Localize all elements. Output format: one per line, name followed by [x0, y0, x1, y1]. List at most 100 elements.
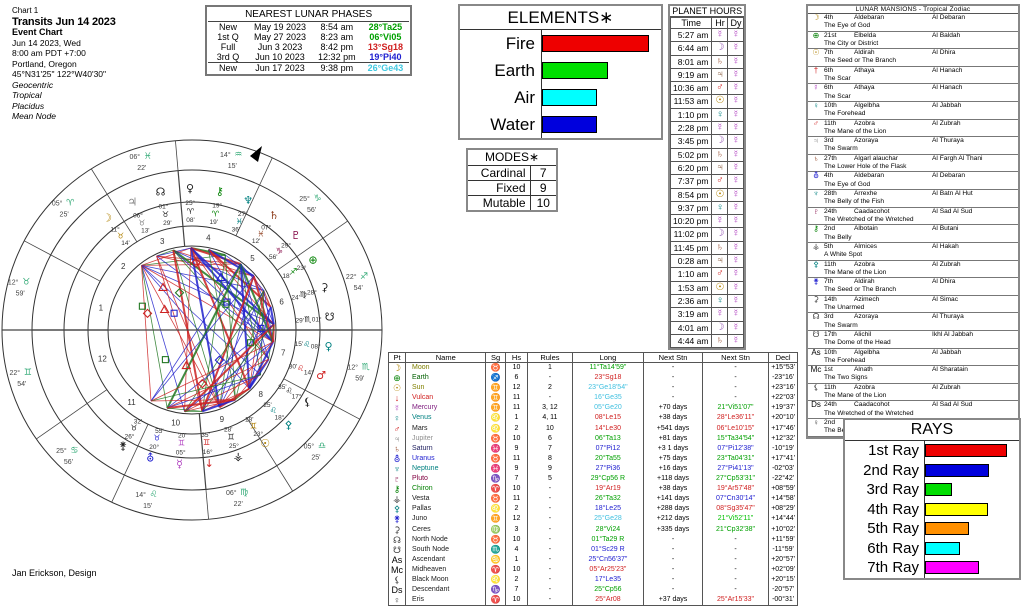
wheel-planet-minute: 28' — [224, 427, 232, 434]
ray-row: 4th Ray — [845, 500, 1019, 520]
chart-date: Jun 14 2023, Wed — [12, 38, 116, 49]
lunar-mansion-row: As10thAlgelbhaAl JabbahThe Forehead — [808, 349, 1018, 367]
declination-value: -10°19' — [769, 444, 798, 454]
planet-day-ruler-icon: ☿ — [728, 334, 744, 347]
declination-value: -23°16' — [769, 373, 798, 383]
lunar-mansion-row: ♀10thAlgelbhaAl JabbahThe Forehead — [808, 102, 1018, 120]
planet-hour-ruler-icon: ♀ — [712, 108, 728, 121]
lunar-mansion-planet-icon: ⚳ — [808, 296, 824, 304]
house-number: 4 — [505, 545, 527, 555]
planet-glyph-icon: ⊕ — [389, 373, 406, 383]
ray-bar — [925, 522, 969, 535]
outer-degree: 12° — [348, 363, 359, 371]
element-bar-track — [542, 57, 661, 84]
lunar-mansion-main: ⛢4thAldebaranAl Debaran — [808, 172, 1018, 180]
wheel-planet-sign-icon: ♉ — [138, 218, 145, 227]
mode-value: 10 — [530, 196, 556, 211]
next-station-days: +16 days — [644, 464, 703, 474]
wheel-planet-minute: 24' — [291, 295, 299, 302]
lunar-mansion-planet-icon: ♇ — [808, 208, 824, 216]
planet-hour-row: 4:01 am☽☿ — [671, 321, 744, 334]
lunar-mansion-number: 4th — [824, 172, 854, 180]
next-station-days: +212 days — [644, 514, 703, 524]
outer-minute: 22' — [137, 165, 146, 172]
ray-row: 3rd Ray — [845, 480, 1019, 500]
rays-panel: RAYS 1st Ray2nd Ray3rd Ray4th Ray5th Ray… — [843, 418, 1021, 580]
wheel-planet-minute: 19' — [209, 219, 217, 226]
outer-minute: 59' — [16, 291, 25, 298]
wheel-planet-sign-icon: ♐ — [290, 267, 297, 276]
wheel-planet-icon: ☋ — [325, 310, 335, 323]
lunar-mansion-number: 2nd — [824, 225, 854, 233]
lunar-phase-date: Jun 17 2023 — [248, 63, 312, 74]
wheel-planet-minute: 20' — [178, 433, 186, 440]
ray-bar — [925, 542, 960, 555]
element-label: Earth — [460, 57, 542, 84]
rules-houses: - — [528, 494, 572, 504]
lunar-mansion-arabic: Ikhl Al Jabbah — [932, 331, 1018, 339]
sign-glyph-icon: ♈ — [486, 565, 505, 575]
planet-glyph-icon: ⚷ — [389, 484, 406, 494]
next-station-position: 15°Ta34'54" — [702, 434, 768, 444]
planet-hour-ruler-icon: ☿ — [712, 308, 728, 321]
chart-subtitle: Event Chart — [12, 27, 116, 38]
table-row: ☋South Node♏4-01°Sc29 R---11°59' — [389, 545, 798, 555]
table-row: ♃Jupiter♉10606°Ta13+81 days15°Ta34'54"+1… — [389, 434, 798, 444]
planet-hour-time: 11:53 am — [671, 95, 712, 108]
wheel-planet-icon: ⛢ — [146, 452, 154, 465]
lunar-mansion-number: 11th — [824, 384, 854, 392]
longitude-value: 26°Ta32 — [572, 494, 644, 504]
element-bar — [542, 116, 597, 133]
outer-degree: 22° — [346, 273, 357, 281]
outer-sign-icon: ♈ — [66, 198, 75, 208]
wheel-planet-minute: 12' — [252, 238, 260, 245]
declination-value: +10°02' — [769, 525, 798, 535]
planet-name: Venus — [406, 413, 486, 423]
outer-degree: 06° — [129, 153, 140, 161]
lunar-mansion-planet-icon: ⚸ — [808, 384, 824, 392]
ray-row: 6th Ray — [845, 539, 1019, 559]
planet-day-ruler-icon: ☿ — [728, 95, 744, 108]
longitude-value: 16°Ge35 — [572, 393, 644, 403]
rules-houses: - — [528, 484, 572, 494]
lunar-phase-row: 1st QMay 27 20238:23 am06°Vi05 — [208, 32, 409, 42]
declination-value: -00°31' — [769, 595, 798, 606]
declination-value: -11°59' — [769, 545, 798, 555]
planet-hour-ruler-icon: ☉ — [712, 188, 728, 201]
house-number-label: 4 — [206, 233, 211, 242]
table-row: ⊕Earth♐6-23°Sg18---23°16' — [389, 373, 798, 383]
outer-minute: 54' — [354, 285, 363, 292]
planet-hour-row: 3:19 am☿☿ — [671, 308, 744, 321]
lunar-mansion-planet-icon: ♂ — [808, 120, 824, 128]
wheel-planet-degree: 14° — [304, 368, 314, 376]
planet-name: Jupiter — [406, 434, 486, 444]
next-station-days: - — [644, 535, 703, 545]
element-label: Water — [460, 111, 542, 138]
planet-hour-ruler-icon: ♀ — [712, 201, 728, 214]
lunar-phase-time: 9:38 pm — [312, 63, 362, 74]
wheel-planet-sign-icon: ♏ — [304, 315, 312, 324]
lunar-phase-date: Jun 3 2023 — [248, 42, 312, 52]
longitude-value: 25°Cn56'37" — [572, 555, 644, 565]
lunar-mansion-number: 27th — [824, 155, 854, 163]
planet-glyph-icon: Ds — [389, 585, 406, 595]
outer-minute: 25' — [60, 211, 69, 218]
lunar-mansion-planet-icon: Ds — [808, 401, 824, 409]
next-station-position: 27°Pi41'13" — [702, 464, 768, 474]
house-number: 3 — [505, 525, 527, 535]
house-number-label: 7 — [281, 349, 286, 358]
wheel-planet-minute: 13' — [141, 228, 149, 235]
next-station-position: 27°Cp53'31" — [702, 474, 768, 484]
sign-glyph-icon: ♉ — [486, 363, 505, 374]
ray-label: 4th Ray — [845, 500, 925, 520]
planet-hour-ruler-icon: ☽ — [712, 321, 728, 334]
lunar-mansion-main: †6thAthayaAl Hanach — [808, 67, 1018, 75]
longitude-value: 08°Le15 — [572, 413, 644, 423]
planet-day-ruler-icon: ☿ — [728, 42, 744, 55]
planet-hour-time: 1:10 pm — [671, 108, 712, 121]
lunar-mansion-number: 6th — [824, 67, 854, 75]
ray-label: 2nd Ray — [845, 461, 925, 481]
longitude-value: 25°Ar08 — [572, 595, 644, 606]
planet-name: Descendant — [406, 585, 486, 595]
element-row: Air — [460, 84, 661, 111]
